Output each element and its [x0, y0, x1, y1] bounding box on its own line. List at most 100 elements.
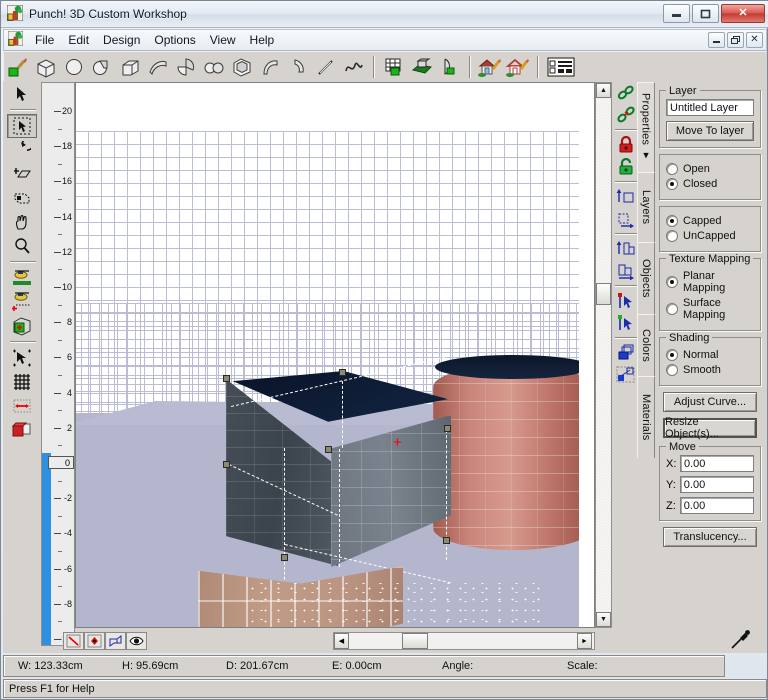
menu-item-view[interactable]: View — [203, 31, 243, 49]
no-selection-icon[interactable] — [63, 632, 84, 650]
rotate-icon[interactable] — [7, 138, 37, 162]
eye-visibility-icon[interactable] — [126, 632, 147, 650]
move-to-layer-button[interactable]: Move To layer — [666, 121, 754, 141]
extrude-face-icon[interactable] — [7, 186, 37, 210]
grid-plane-icon[interactable] — [380, 54, 408, 80]
double-lobe-icon[interactable] — [200, 54, 228, 80]
selection-handle[interactable] — [444, 425, 451, 432]
marquee-select-icon[interactable] — [7, 114, 37, 138]
radio-closed[interactable]: Closed — [666, 178, 754, 190]
viewport-vertical-scrollbar[interactable]: ▲ ▼ — [595, 82, 612, 628]
move-z-input[interactable]: 0.00 — [680, 497, 754, 514]
unlink-chain-icon[interactable] — [613, 104, 638, 126]
layer-name-input[interactable]: Untitled Layer — [666, 99, 754, 116]
mdi-minimize-button[interactable] — [708, 32, 725, 48]
mdi-close-button[interactable]: ✕ — [746, 32, 763, 48]
paint-block-tool-icon[interactable] — [4, 54, 32, 80]
solid-subtract-icon[interactable] — [7, 418, 37, 442]
radio-normal-shading[interactable]: Normal — [666, 349, 754, 361]
zoom-magnifier-icon[interactable] — [7, 234, 37, 258]
radio-surface-mapping[interactable]: Surface Mapping — [666, 297, 754, 321]
selection-handle[interactable] — [443, 537, 450, 544]
pan-hand-icon[interactable] — [7, 210, 37, 234]
sphere-primitive-icon[interactable] — [60, 54, 88, 80]
camera-target-icon[interactable] — [7, 290, 37, 314]
menu-item-design[interactable]: Design — [96, 31, 147, 49]
menu-item-options[interactable]: Options — [147, 31, 202, 49]
menu-item-help[interactable]: Help — [243, 31, 282, 49]
radio-capped[interactable]: Capped — [666, 215, 754, 227]
pie-wedge-icon[interactable] — [172, 54, 200, 80]
translucency-button[interactable]: Translucency... — [663, 527, 757, 547]
move-y-input[interactable]: 0.00 — [680, 476, 754, 493]
wireframe-box-icon[interactable] — [105, 632, 126, 650]
pick-front-point-icon[interactable] — [613, 290, 638, 312]
open-box-icon[interactable] — [228, 54, 256, 80]
align-top-icon[interactable] — [613, 186, 638, 208]
scale-marquee-icon[interactable] — [613, 364, 638, 386]
vertical-scroll-track[interactable] — [596, 98, 611, 612]
cube-primitive-icon[interactable] — [32, 54, 60, 80]
stone-block-box-object[interactable]: + — [221, 371, 451, 566]
tab-objects[interactable]: Objects — [637, 242, 655, 314]
line-tool-icon[interactable] — [312, 54, 340, 80]
scroll-up-button[interactable]: ▲ — [596, 83, 611, 98]
mdi-restore-button[interactable] — [727, 32, 744, 48]
selection-handle[interactable] — [325, 446, 332, 453]
brick-cylinder-object[interactable] — [433, 355, 579, 555]
color-target-icon[interactable] — [84, 632, 105, 650]
radio-open[interactable]: Open — [666, 163, 754, 175]
snap-to-grid-icon[interactable] — [7, 370, 37, 394]
3d-viewport[interactable]: + — [76, 83, 579, 628]
distribute-vertical-icon[interactable] — [613, 238, 638, 260]
scroll-down-button[interactable]: ▼ — [596, 612, 611, 627]
align-right-icon[interactable] — [613, 208, 638, 230]
link-chain-icon[interactable] — [613, 82, 638, 104]
viewport-horizontal-scrollbar[interactable]: ◀ ► — [333, 632, 595, 650]
spline-tool-icon[interactable] — [340, 54, 368, 80]
distribute-horizontal-icon[interactable] — [613, 260, 638, 282]
house-edit-icon[interactable] — [476, 54, 504, 80]
tab-properties[interactable]: Properties ▾ — [637, 82, 655, 172]
lock-red-icon[interactable] — [613, 134, 638, 156]
menu-item-edit[interactable]: Edit — [61, 31, 96, 49]
duplicate-stack-icon[interactable] — [613, 342, 638, 364]
house-outline-edit-icon[interactable] — [504, 54, 532, 80]
menu-item-file[interactable]: File — [28, 31, 61, 49]
selection-handle[interactable] — [223, 461, 230, 468]
vertical-ruler[interactable]: 2018161412108642-2-4-6-8-10 0 — [41, 82, 75, 646]
radio-smooth-shading[interactable]: Smooth — [666, 364, 754, 376]
dimension-icon[interactable] — [7, 394, 37, 418]
resize-objects-button[interactable]: Resize Object(s)... — [663, 418, 757, 438]
properties-list-icon[interactable] — [544, 54, 578, 80]
lathe-icon[interactable] — [436, 54, 464, 80]
radio-uncapped[interactable]: UnCapped — [666, 230, 754, 242]
add-plane-icon[interactable] — [7, 162, 37, 186]
quarter-arc-icon[interactable] — [284, 54, 312, 80]
window-minimize-button[interactable] — [663, 4, 690, 23]
selection-handle[interactable] — [223, 375, 230, 382]
move-x-input[interactable]: 0.00 — [680, 455, 754, 472]
sphere-cube-primitive-icon[interactable] — [88, 54, 116, 80]
tab-colors[interactable]: Colors — [637, 314, 655, 376]
selection-handle[interactable] — [281, 554, 288, 561]
tab-layers[interactable]: Layers — [637, 172, 655, 242]
scroll-left-button[interactable]: ◀ — [334, 633, 349, 649]
adjust-curve-button[interactable]: Adjust Curve... — [663, 392, 757, 412]
camera-walk-icon[interactable] — [7, 266, 37, 290]
eyedropper-icon[interactable] — [729, 629, 751, 651]
bounding-box-center-icon[interactable] — [7, 314, 37, 338]
radio-planar-mapping[interactable]: Planar Mapping — [666, 270, 754, 294]
window-maximize-button[interactable] — [692, 4, 719, 23]
arc-extrude-icon[interactable] — [256, 54, 284, 80]
arrow-select-icon[interactable] — [7, 82, 37, 106]
vertical-scroll-thumb[interactable] — [596, 283, 611, 305]
horizontal-scroll-thumb[interactable] — [402, 633, 428, 649]
window-close-button[interactable]: ✕ — [721, 4, 765, 23]
extrude-plane-icon[interactable] — [408, 54, 436, 80]
scroll-right-button[interactable]: ► — [577, 633, 592, 649]
snap-to-point-icon[interactable] — [7, 346, 37, 370]
unlock-green-icon[interactable] — [613, 156, 638, 178]
curved-slab-icon[interactable] — [144, 54, 172, 80]
selection-handle[interactable] — [339, 369, 346, 376]
